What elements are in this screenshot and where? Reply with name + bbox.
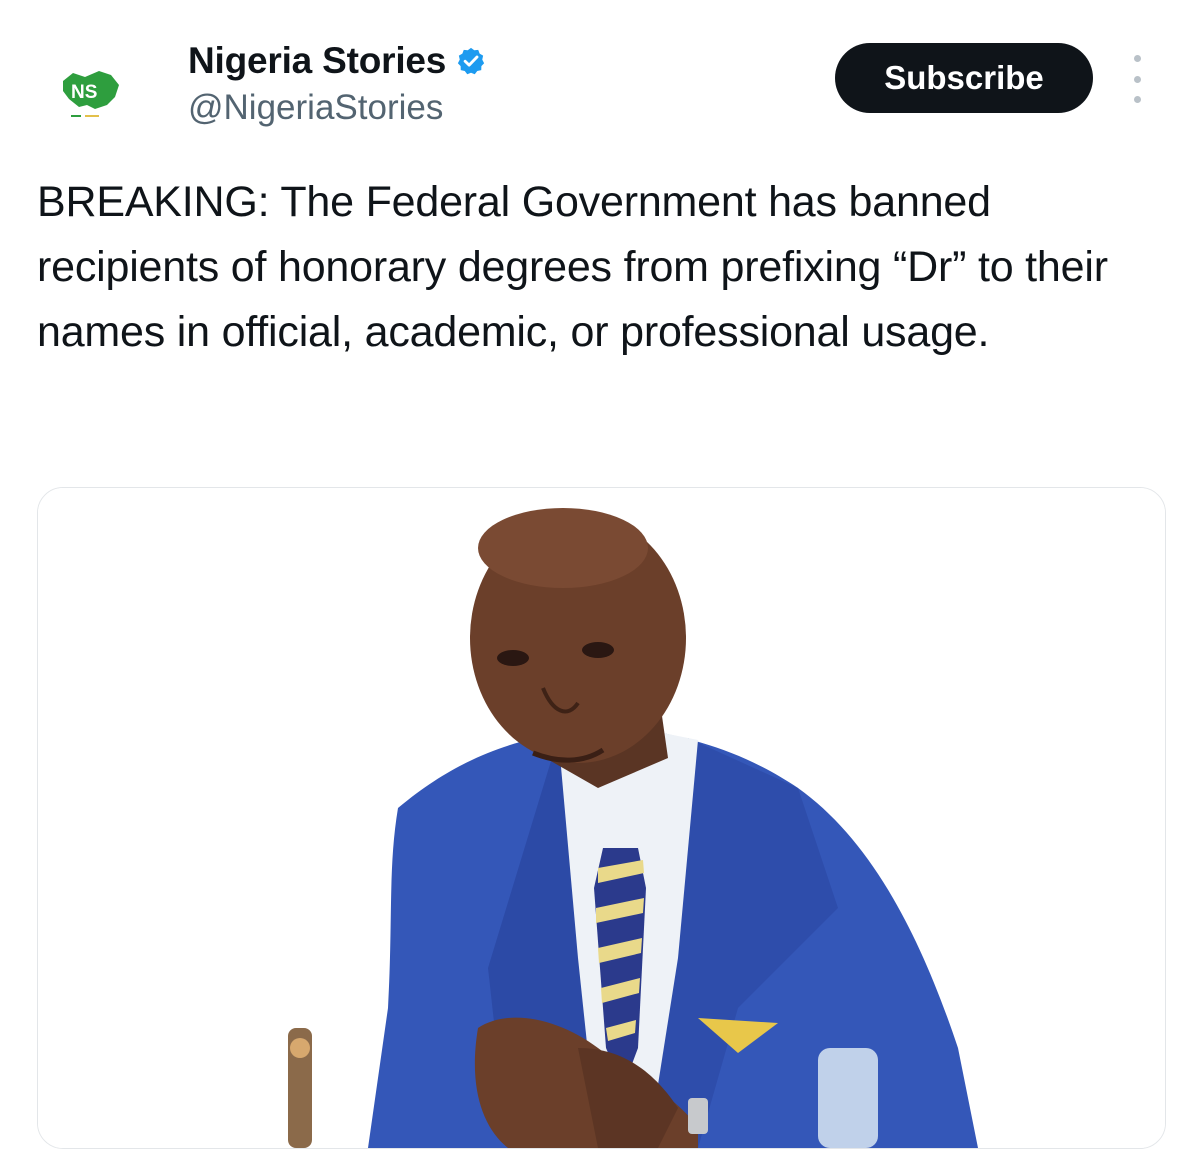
- more-dot: [1133, 75, 1141, 83]
- more-dot: [1133, 96, 1141, 103]
- display-name-row: Nigeria Stories: [188, 38, 486, 84]
- avatar-logo-text: NS: [71, 82, 97, 103]
- avatar[interactable]: NS: [46, 48, 136, 138]
- display-name[interactable]: Nigeria Stories: [188, 40, 446, 82]
- tweet-card: NS Nigeria Stories @NigeriaStories Subsc…: [0, 0, 1200, 1149]
- nigeria-map-logo-icon: NS: [63, 71, 119, 117]
- more-dot: [1133, 55, 1141, 62]
- more-options-icon[interactable]: [1125, 55, 1149, 103]
- post-text: BREAKING: The Federal Government has ban…: [37, 178, 1108, 356]
- media-photo[interactable]: [37, 487, 1166, 1149]
- user-info: Nigeria Stories @NigeriaStories: [188, 38, 486, 128]
- photo-illustration: [38, 488, 1165, 1148]
- subscribe-button[interactable]: Subscribe: [835, 43, 1093, 113]
- verified-badge-icon: [458, 47, 485, 75]
- handle[interactable]: @NigeriaStories: [188, 88, 486, 128]
